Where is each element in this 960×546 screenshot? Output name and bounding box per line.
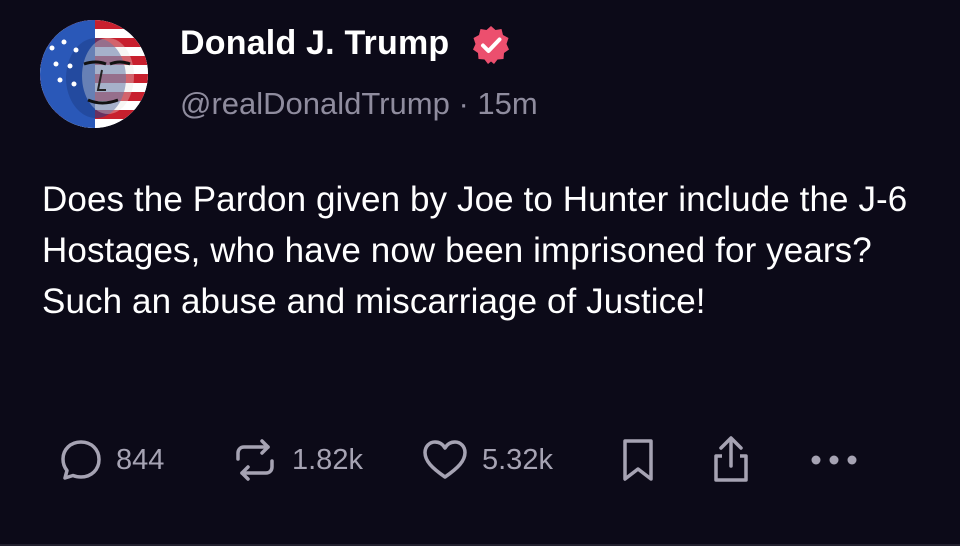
share-upload-icon xyxy=(708,434,754,486)
handle-line: @realDonaldTrump · 15m xyxy=(180,86,538,122)
share-button[interactable] xyxy=(708,430,754,490)
timestamp[interactable]: 15m xyxy=(477,86,537,121)
heart-icon xyxy=(420,435,470,485)
action-bar: 844 1.82k 5.32k xyxy=(0,430,960,490)
comment-bubble-icon xyxy=(58,437,104,483)
separator-dot: · xyxy=(458,86,469,121)
avatar[interactable] xyxy=(40,20,148,128)
like-count: 5.32k xyxy=(482,443,553,476)
repost-arrows-icon xyxy=(230,435,280,485)
post: Donald J. Trump @realDonaldTrump · 15m D… xyxy=(0,0,960,546)
author-name[interactable]: Donald J. Trump xyxy=(180,24,449,63)
reply-button[interactable]: 844 xyxy=(58,430,164,490)
post-body: Does the Pardon given by Joe to Hunter i… xyxy=(42,180,908,321)
author-handle[interactable]: @realDonaldTrump xyxy=(180,86,450,121)
repost-button[interactable]: 1.82k xyxy=(230,430,363,490)
bookmark-button[interactable] xyxy=(618,430,658,490)
more-options-button[interactable] xyxy=(808,430,860,490)
repost-count: 1.82k xyxy=(292,443,363,476)
more-dots-icon xyxy=(808,450,860,470)
verified-badge-icon xyxy=(470,24,512,66)
like-button[interactable]: 5.32k xyxy=(420,430,553,490)
reply-count: 844 xyxy=(116,443,165,476)
bookmark-icon xyxy=(618,435,658,485)
